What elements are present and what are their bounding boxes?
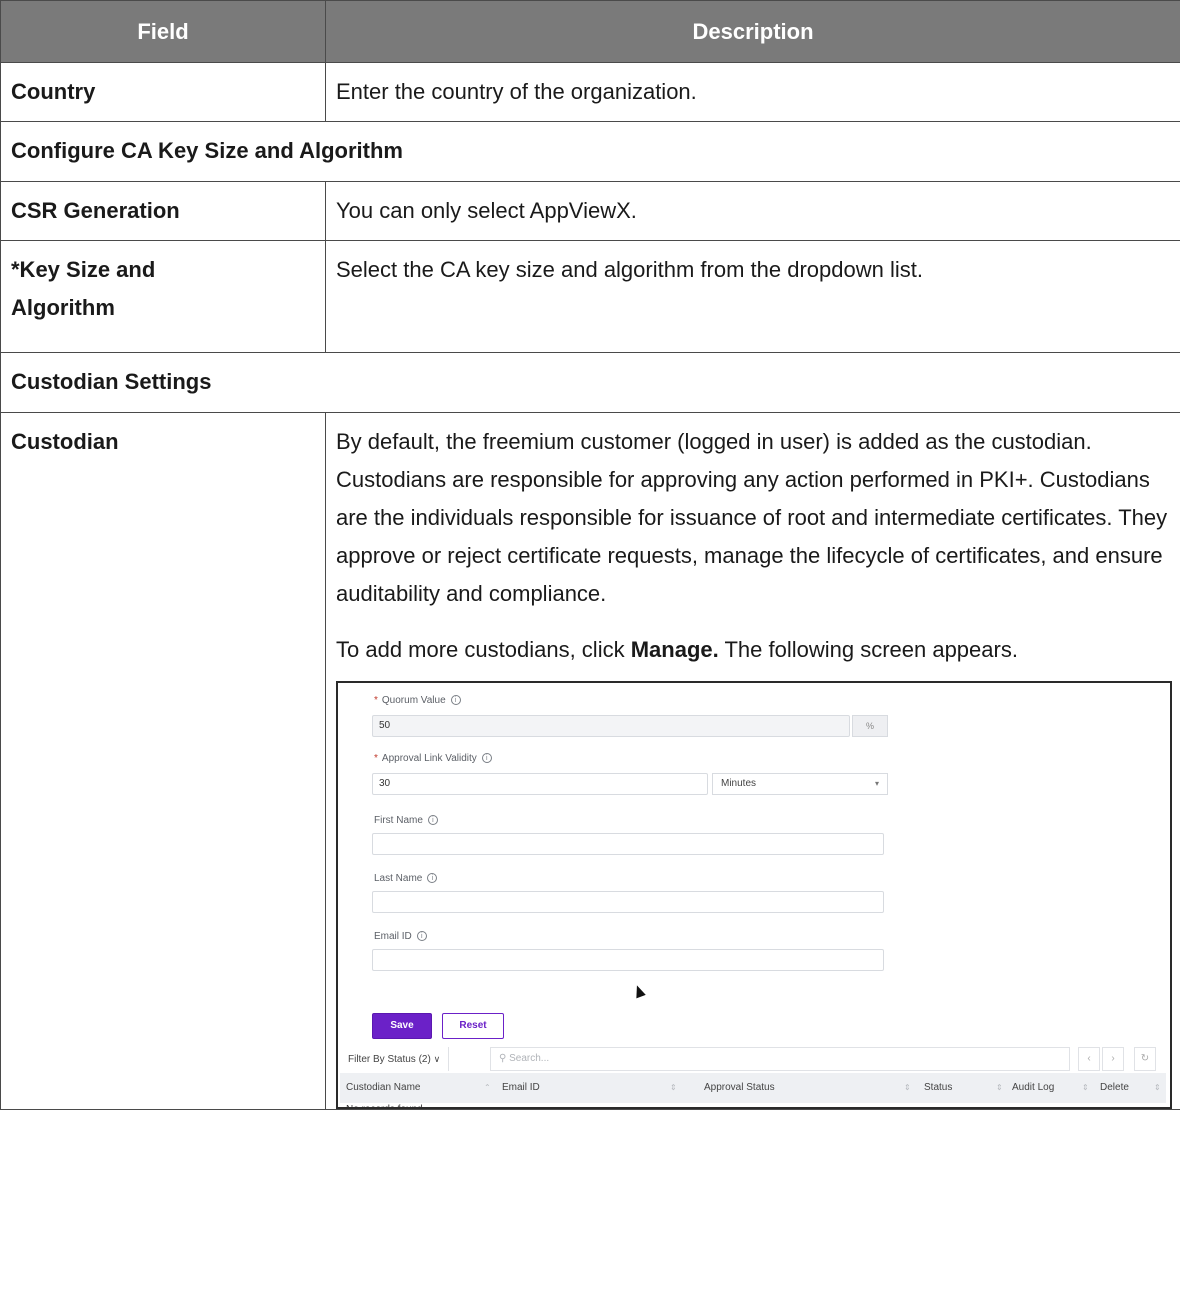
custodian-p2-text: To add more custodians, click xyxy=(336,637,631,662)
section-custodian: Custodian Settings xyxy=(0,352,1180,413)
custodian-paragraph-1: By default, the freemium customer (logge… xyxy=(336,429,1168,606)
info-icon: i xyxy=(481,753,492,764)
col-approval-status[interactable]: Approval Status xyxy=(704,1073,775,1103)
field-key-size-line2: Algorithm xyxy=(11,295,115,320)
info-icon: i xyxy=(450,695,461,706)
prev-page-button[interactable]: ‹ xyxy=(1078,1047,1100,1071)
desc-key-size: Select the CA key size and algorithm fro… xyxy=(325,240,1180,353)
field-key-size: *Key Size and Algorithm xyxy=(0,240,326,353)
approval-unit-select[interactable]: Minutes ▾ xyxy=(712,773,888,795)
sort-icon[interactable]: ⇕ xyxy=(992,1073,1003,1103)
last-name-label: Last Name i xyxy=(374,873,438,885)
field-country: Country xyxy=(0,62,326,122)
quorum-percent-suffix: % xyxy=(852,715,888,737)
table-row: Country Enter the country of the organiz… xyxy=(0,62,1180,122)
section-row: Configure CA Key Size and Algorithm xyxy=(0,121,1180,182)
header-description: Description xyxy=(325,0,1180,63)
save-button[interactable]: Save xyxy=(372,1013,432,1039)
reset-button[interactable]: Reset xyxy=(442,1013,504,1039)
search-input[interactable]: ⚲ Search... xyxy=(490,1047,1070,1071)
manage-keyword: Manage. xyxy=(630,637,719,662)
next-page-button[interactable]: › xyxy=(1102,1047,1124,1071)
section-row: Custodian Settings xyxy=(0,352,1180,413)
table-header-row: Field Description xyxy=(0,0,1180,63)
section-key-size: Configure CA Key Size and Algorithm xyxy=(0,121,1180,182)
approval-unit-value: Minutes xyxy=(721,778,757,789)
refresh-icon[interactable]: ↻ xyxy=(1134,1047,1156,1071)
col-audit-log[interactable]: Audit Log xyxy=(1012,1073,1054,1103)
approval-validity-input[interactable]: 30 xyxy=(372,773,708,795)
desc-custodian: By default, the freemium customer (logge… xyxy=(325,412,1180,1110)
field-key-size-line1: *Key Size and xyxy=(11,257,156,282)
quorum-input[interactable]: 50 xyxy=(372,715,850,737)
sort-icon[interactable]: ⇕ xyxy=(1078,1073,1089,1103)
desc-country: Enter the country of the organization. xyxy=(325,62,1180,122)
table-row: *Key Size and Algorithm Select the CA ke… xyxy=(0,240,1180,353)
custodian-screenshot: * Quorum Value i 50 % * Approval Link Valid… xyxy=(336,681,1172,1109)
filter-status-dropdown[interactable]: Filter By Status (2) ∨ xyxy=(348,1047,450,1071)
approval-label: * Approval Link Validity i xyxy=(374,753,492,765)
sort-icon[interactable]: ⇕ xyxy=(900,1073,911,1103)
table-row: Custodian By default, the freemium custo… xyxy=(0,412,1180,1110)
field-custodian: Custodian xyxy=(0,412,326,1110)
mouse-cursor-icon xyxy=(632,983,646,999)
info-icon: i xyxy=(427,873,438,884)
field-csr: CSR Generation xyxy=(0,181,326,241)
info-icon: i xyxy=(416,931,427,942)
email-input[interactable] xyxy=(372,949,884,971)
table-row: CSR Generation You can only select AppVi… xyxy=(0,181,1180,241)
col-email-id[interactable]: Email ID xyxy=(502,1073,540,1103)
first-name-label: First Name i xyxy=(374,815,438,827)
col-delete[interactable]: Delete xyxy=(1100,1073,1129,1103)
desc-csr: You can only select AppViewX. xyxy=(325,181,1180,241)
chevron-down-icon: ▾ xyxy=(874,779,879,788)
header-field: Field xyxy=(0,0,326,63)
sort-icon[interactable]: ⌃ xyxy=(480,1073,491,1103)
col-status[interactable]: Status xyxy=(924,1073,952,1103)
email-label: Email ID i xyxy=(374,931,427,943)
custodian-paragraph-2: To add more custodians, click Manage. Th… xyxy=(336,631,1170,669)
sort-icon[interactable]: ⇕ xyxy=(666,1073,677,1103)
custodian-table-header: Custodian Name ⌃ Email ID ⇕ Approval Sta… xyxy=(340,1073,1166,1103)
empty-table-message: No records found xyxy=(346,1091,423,1107)
search-icon: ⚲ xyxy=(499,1053,507,1064)
last-name-input[interactable] xyxy=(372,891,884,913)
custodian-p2-tail: The following screen appears. xyxy=(718,637,1018,662)
info-icon: i xyxy=(427,815,438,826)
sort-icon[interactable]: ⇕ xyxy=(1150,1073,1161,1103)
first-name-input[interactable] xyxy=(372,833,884,855)
chevron-down-icon: ∨ xyxy=(433,1054,441,1064)
parameter-table: Field Description Country Enter the coun… xyxy=(0,0,1180,1110)
quorum-label: * Quorum Value i xyxy=(374,695,461,707)
